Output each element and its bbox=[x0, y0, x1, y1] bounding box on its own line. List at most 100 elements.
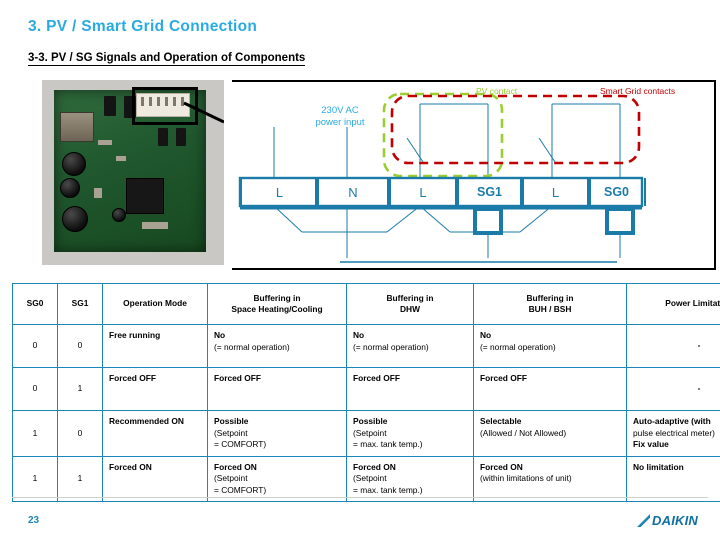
power-input-label: 230V AC power input bbox=[292, 105, 388, 129]
capacitor-4 bbox=[112, 208, 126, 222]
capacitor-3 bbox=[62, 206, 88, 232]
cell-main: Forced ON bbox=[353, 461, 396, 472]
cell-sub: (Allowed / Not Allowed) bbox=[480, 427, 567, 438]
header-line2: DHW bbox=[399, 304, 420, 314]
cell-sub: (Setpoint bbox=[353, 427, 387, 438]
cell-main: Selectable bbox=[480, 416, 522, 426]
table-row: 0 1 Forced OFF Forced OFF Forced OFF For… bbox=[12, 367, 720, 411]
terminal-sg0: SG0 bbox=[587, 178, 646, 206]
header-buffering-space-heating: Buffering in Space Heating/Cooling bbox=[207, 283, 347, 325]
cell-main: Possible bbox=[353, 416, 388, 426]
cell-buffering-space: No (= normal operation) bbox=[207, 324, 347, 368]
terminal-n: N bbox=[315, 178, 391, 206]
table-row: 1 1 Forced ON Forced ON (Setpoint = COMF… bbox=[12, 455, 720, 502]
cell-buffering-space: Forced ON (Setpoint = COMFORT) bbox=[207, 455, 347, 502]
cell-sg1: 1 bbox=[57, 455, 103, 502]
cell-sub: (Setpoint bbox=[214, 427, 248, 438]
cell-operation-mode: Forced OFF bbox=[102, 367, 208, 411]
cell-sub2: = max. tank temp.) bbox=[353, 439, 423, 449]
cell-buffering-dhw: Possible (Setpoint = max. tank temp.) bbox=[346, 410, 474, 457]
cell-buffering-space: Possible (Setpoint = COMFORT) bbox=[207, 410, 347, 457]
table-row: 0 0 Free running No (= normal operation)… bbox=[12, 324, 720, 368]
header-power-limitation: Power Limitation bbox=[626, 283, 720, 325]
cell-sub: (= normal operation) bbox=[214, 341, 290, 352]
table-header-row: SG0 SG1 Operation Mode Buffering in Spac… bbox=[12, 283, 720, 325]
connector-highlight-box bbox=[132, 87, 198, 125]
cell-sg0: 0 bbox=[12, 367, 58, 411]
cell-sg1: 0 bbox=[57, 324, 103, 368]
cell-main: No bbox=[353, 330, 365, 340]
header-operation-mode: Operation Mode bbox=[102, 283, 208, 325]
microcontroller-ic bbox=[126, 178, 164, 214]
header-line2: BUH / BSH bbox=[528, 304, 572, 314]
operation-mode-table: SG0 SG1 Operation Mode Buffering in Spac… bbox=[12, 283, 720, 502]
cell-sg1: 1 bbox=[57, 367, 103, 411]
header-line2: Space Heating/Cooling bbox=[231, 304, 323, 314]
daikin-logo: DAIKIN bbox=[637, 513, 698, 528]
cell-buffering-buh: Selectable (Allowed / Not Allowed) bbox=[473, 410, 627, 457]
cell-sub: (= normal operation) bbox=[353, 341, 429, 352]
daikin-mark-icon bbox=[637, 514, 651, 527]
cell-main: No bbox=[480, 330, 492, 340]
pcb-photo bbox=[42, 80, 224, 265]
daikin-wordmark: DAIKIN bbox=[652, 513, 698, 528]
cell-buffering-buh: Forced OFF bbox=[473, 367, 627, 411]
cell-sub2: Fix value bbox=[633, 439, 669, 449]
cell-main: Possible bbox=[214, 416, 249, 426]
header-line1: Buffering in bbox=[386, 292, 434, 303]
cell-sg1: 0 bbox=[57, 410, 103, 457]
cell-sub: pulse electrical meter) bbox=[633, 427, 715, 438]
transistor-4 bbox=[176, 128, 186, 146]
transistor-3 bbox=[158, 128, 168, 146]
pv-contact-label: PV contact bbox=[476, 86, 518, 96]
power-input-label-line1: 230V AC bbox=[321, 105, 359, 116]
table-row: 1 0 Recommended ON Possible (Setpoint = … bbox=[12, 410, 720, 457]
cell-buffering-buh: Forced ON (within limitations of unit) bbox=[473, 455, 627, 502]
cell-sub2: = COMFORT) bbox=[214, 439, 267, 449]
footer-divider bbox=[12, 497, 708, 498]
smd-part-a bbox=[98, 140, 112, 145]
cell-buffering-dhw: Forced OFF bbox=[346, 367, 474, 411]
pcb-board-surface bbox=[54, 87, 206, 252]
cell-main: Auto-adaptive (with bbox=[633, 416, 711, 426]
smd-part-c bbox=[94, 188, 102, 198]
terminal-l-2: L bbox=[387, 178, 459, 206]
cell-operation-mode: Forced ON bbox=[102, 455, 208, 502]
terminal-l-1: L bbox=[240, 178, 319, 206]
cell-sub2: = COMFORT) bbox=[214, 484, 267, 495]
terminal-sg1: SG1 bbox=[455, 178, 524, 206]
smart-grid-contacts-label: Smart Grid contacts bbox=[600, 86, 676, 96]
cell-sub: (Setpoint bbox=[214, 473, 248, 483]
terminal-l-3: L bbox=[520, 178, 591, 206]
header-line1: Buffering in bbox=[526, 292, 574, 303]
cell-sg0: 0 bbox=[12, 324, 58, 368]
header-buffering-buh-bsh: Buffering in BUH / BSH bbox=[473, 283, 627, 325]
cell-buffering-dhw: No (= normal operation) bbox=[346, 324, 474, 368]
header-sg0: SG0 bbox=[12, 283, 58, 325]
cell-power-limitation: - bbox=[626, 324, 720, 368]
header-buffering-dhw: Buffering in DHW bbox=[346, 283, 474, 325]
ethernet-jack bbox=[60, 112, 94, 142]
page-number: 23 bbox=[28, 515, 40, 526]
cell-main: Forced ON bbox=[214, 461, 257, 472]
cell-sg0: 1 bbox=[12, 410, 58, 457]
cell-power-limitation: No limitation bbox=[626, 455, 720, 502]
cell-main: No bbox=[214, 330, 226, 340]
cell-buffering-space: Forced OFF bbox=[207, 367, 347, 411]
cell-sub: (Setpoint bbox=[353, 473, 387, 483]
cell-sub2: = max. tank temp.) bbox=[353, 484, 423, 495]
header-sg1: SG1 bbox=[57, 283, 103, 325]
cell-operation-mode: Recommended ON bbox=[102, 410, 208, 457]
smd-part-b bbox=[116, 156, 126, 161]
wiring-diagram: 230V AC power input PV contact Smart Gri… bbox=[232, 80, 716, 270]
cell-sub: (within limitations of unit) bbox=[480, 473, 572, 483]
cell-power-limitation: Auto-adaptive (with pulse electrical met… bbox=[626, 410, 720, 457]
cell-operation-mode: Free running bbox=[102, 324, 208, 368]
cell-buffering-dhw: Forced ON (Setpoint = max. tank temp.) bbox=[346, 455, 474, 502]
cell-buffering-buh: No (= normal operation) bbox=[473, 324, 627, 368]
cell-sg0: 1 bbox=[12, 455, 58, 502]
transistor-1 bbox=[104, 96, 116, 116]
cell-power-limitation: - bbox=[626, 367, 720, 411]
dip-switch bbox=[142, 222, 168, 229]
header-line1: Buffering in bbox=[253, 292, 301, 303]
